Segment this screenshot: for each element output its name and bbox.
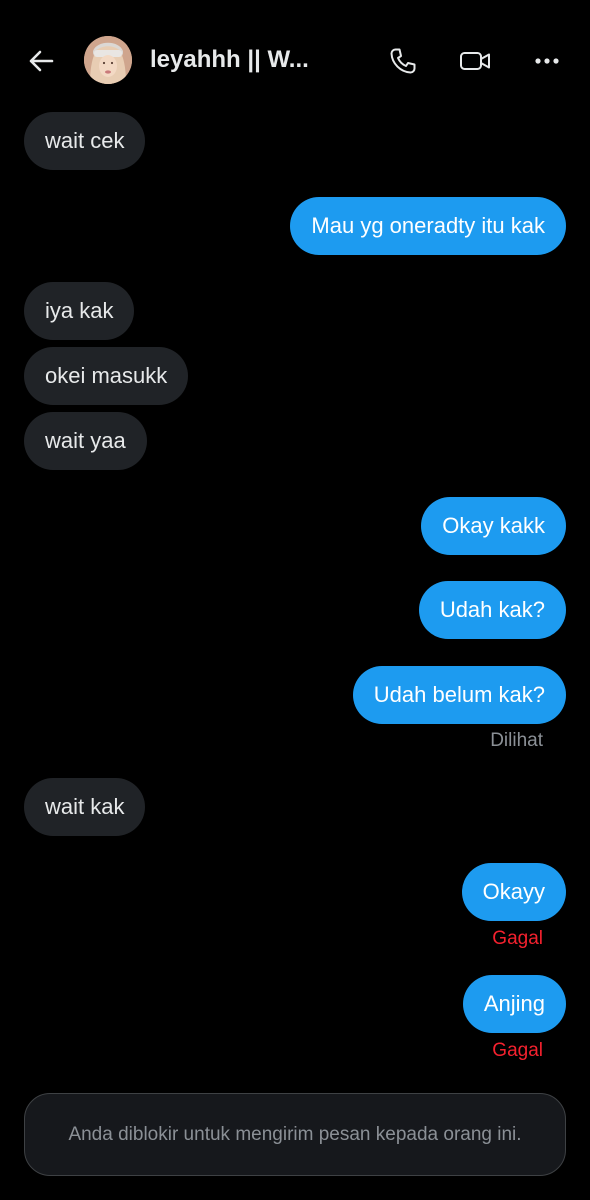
sent-message[interactable]: Mau yg oneradty itu kak — [290, 197, 566, 255]
sent-message[interactable]: Udah belum kak? — [352, 666, 566, 724]
received-message[interactable]: okei masukk — [24, 347, 189, 405]
phone-call-button[interactable] — [384, 42, 422, 80]
sent-message[interactable]: Okayy — [461, 863, 566, 921]
message-status-failed: Gagal — [492, 928, 543, 949]
sent-message[interactable]: Anjing — [462, 975, 566, 1033]
profile-photo — [84, 36, 132, 84]
avatar[interactable] — [84, 36, 132, 84]
more-horizontal-icon — [535, 58, 559, 64]
received-message[interactable]: iya kak — [24, 282, 135, 340]
phone-icon — [390, 48, 416, 74]
received-message[interactable]: wait yaa — [24, 412, 147, 470]
blocked-notice-text: Anda diblokir untuk mengirim pesan kepad… — [68, 1123, 522, 1145]
received-message[interactable]: wait kak — [24, 778, 146, 836]
message-status-seen: Dilihat — [490, 730, 543, 751]
arrow-left-icon — [29, 50, 54, 72]
blocked-composer-notice: Anda diblokir untuk mengirim pesan kepad… — [24, 1093, 566, 1176]
video-camera-icon — [460, 52, 490, 70]
received-message[interactable]: wait cek — [24, 112, 146, 170]
contact-name[interactable]: leyahhh || W... — [150, 46, 309, 74]
sent-message[interactable]: Udah kak? — [418, 581, 566, 639]
sent-message[interactable]: Okay kakk — [421, 497, 566, 555]
message-status-failed: Gagal — [492, 1040, 543, 1061]
video-call-button[interactable] — [456, 42, 494, 80]
more-options-button[interactable] — [528, 42, 566, 80]
conversation-header: leyahhh || W... — [0, 0, 590, 120]
back-button[interactable] — [22, 42, 60, 80]
